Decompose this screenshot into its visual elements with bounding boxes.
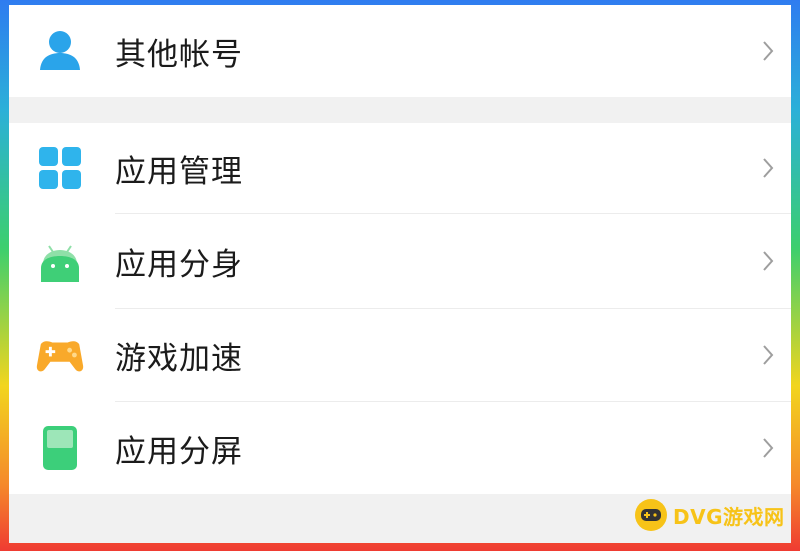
chevron-right-icon: [759, 246, 777, 276]
site-watermark: DVG游戏网: [635, 493, 785, 537]
settings-item-label: 应用分身: [115, 246, 243, 283]
section-gap: [9, 97, 791, 123]
gamepad-logo-icon: [635, 499, 667, 531]
settings-item-label: 应用分屏: [115, 433, 243, 470]
chevron-right-icon: [759, 340, 777, 370]
chevron-right-icon: [759, 433, 777, 463]
chevron-right-icon: [759, 153, 777, 183]
screenshot-frame: 其他帐号 应用管理 应用分身 游戏加速 应用分屏 DVG游戏网: [0, 0, 800, 551]
settings-item-game-boost[interactable]: 游戏加速: [9, 309, 791, 401]
android-clone-icon: [35, 236, 85, 286]
settings-screen: 其他帐号 应用管理 应用分身 游戏加速 应用分屏 DVG游戏网: [9, 5, 791, 543]
settings-item-app-clone[interactable]: 应用分身: [9, 214, 791, 308]
split-screen-icon: [35, 423, 85, 473]
apps-grid-icon: [35, 143, 85, 193]
settings-item-label: 应用管理: [115, 153, 243, 190]
settings-item-label: 其他帐号: [115, 36, 243, 73]
chevron-right-icon: [759, 36, 777, 66]
settings-item-label: 游戏加速: [115, 340, 243, 377]
gamepad-icon: [35, 330, 85, 380]
settings-item-other-accounts[interactable]: 其他帐号: [9, 5, 791, 97]
settings-item-split-screen[interactable]: 应用分屏: [9, 402, 791, 494]
watermark-text: DVG游戏网: [673, 504, 785, 529]
person-icon: [35, 26, 85, 76]
settings-item-app-management[interactable]: 应用管理: [9, 123, 791, 213]
